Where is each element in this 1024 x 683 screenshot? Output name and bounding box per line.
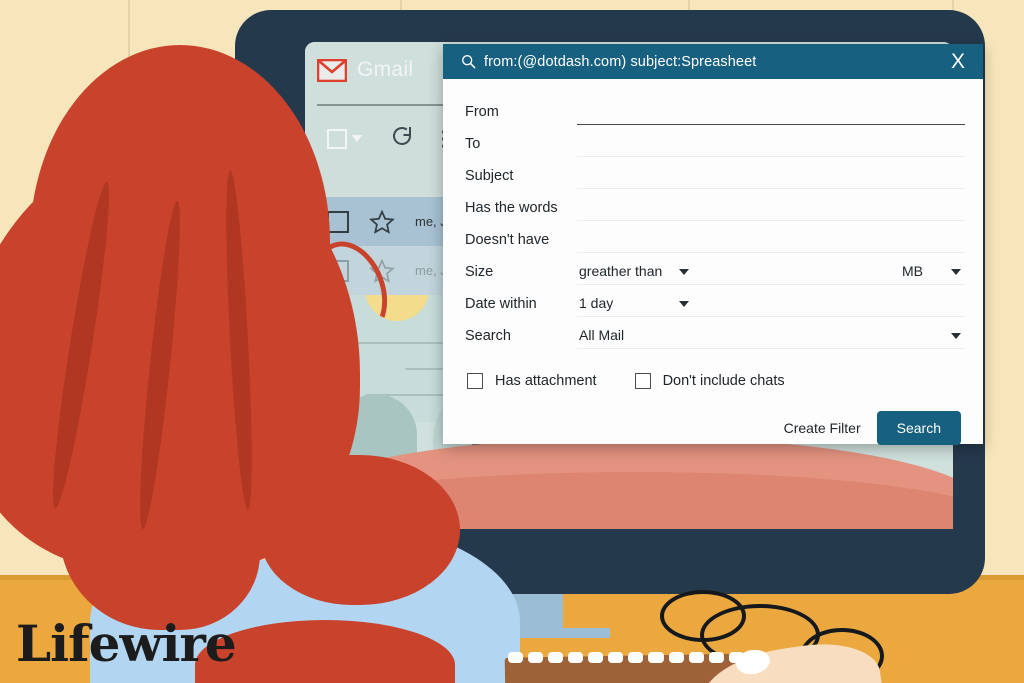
close-icon[interactable]: X [947,51,969,72]
chevron-down-icon [679,269,689,275]
field-label-date-within: Date within [465,296,537,312]
checkbox-icon [327,128,347,149]
advanced-search-dialog: from:(@dotdash.com) subject:Spreasheet X… [443,44,983,445]
dialog-checkbox-group: Has attachment Don't include chats [467,373,965,389]
from-input[interactable] [577,99,965,125]
chevron-down-icon [951,333,961,339]
date-within-date-input[interactable] [767,291,835,317]
field-label-size: Size [465,264,494,280]
search-scope-value: All Mail [579,327,625,343]
checkbox-icon[interactable] [327,210,349,233]
has-the-words-input[interactable] [577,195,965,221]
gmail-logo-label: Gmail [357,58,414,81]
checkbox-icon [634,373,651,389]
checkbox-icon [467,373,483,389]
field-row-subject: Subject [465,157,965,189]
size-unit-value: MB [902,263,923,279]
search-scope-select[interactable]: All Mail [577,323,965,349]
has-attachment-label: Has attachment [495,373,597,389]
dialog-body: From To Subject Has the words Doesn't ha… [443,79,983,445]
field-label-doesnt-have: Doesn't have [465,232,550,248]
screenshot-stage: Gmail me, me, Lifewire from:(@dotdash.co… [0,0,1024,683]
field-row-size: Size greather than MB [465,253,965,285]
dialog-footer: Create Filter Search [465,411,965,445]
has-attachment-checkbox[interactable]: Has attachment [467,373,597,389]
chevron-down-icon [951,269,961,275]
field-label-to: To [465,136,481,152]
gmail-logo[interactable]: Gmail [317,58,413,82]
date-within-spacer [835,291,965,317]
star-icon[interactable] [369,209,395,235]
field-label-from: From [465,104,499,120]
refresh-icon[interactable] [390,124,414,153]
chevron-down-icon [352,135,362,142]
field-label-has-the-words: Has the words [465,200,558,216]
dont-include-chats-label: Don't include chats [662,373,785,389]
search-query-text[interactable]: from:(@dotdash.com) subject:Spreasheet [484,54,947,70]
date-within-select[interactable]: 1 day [577,291,767,317]
field-label-subject: Subject [465,168,514,184]
to-input[interactable] [577,131,965,157]
dialog-header: from:(@dotdash.com) subject:Spreasheet X [443,44,983,79]
field-row-has-the-words: Has the words [465,189,965,221]
size-comparator-value: greather than [579,263,663,279]
search-button[interactable]: Search [876,411,961,445]
subject-input[interactable] [577,163,965,189]
size-comparator-select[interactable]: greather than [577,259,767,285]
doesnt-have-input[interactable] [577,227,965,253]
gmail-toolbar [327,124,446,153]
select-all-control[interactable] [327,128,362,149]
gmail-m-icon [317,58,347,82]
date-within-value: 1 day [579,295,614,311]
dont-include-chats-checkbox[interactable]: Don't include chats [634,373,785,389]
field-label-search-scope: Search [465,328,511,344]
field-row-from: From [465,93,965,125]
field-row-to: To [465,125,965,157]
brand-watermark: Lifewire [16,614,237,673]
size-amount-input[interactable] [767,259,835,285]
field-row-search-scope: Search All Mail [465,317,965,349]
field-row-date-within: Date within 1 day [465,285,965,317]
size-unit-select[interactable]: MB [835,259,965,285]
search-icon [461,54,476,69]
field-row-doesnt-have: Doesn't have [465,221,965,253]
chevron-down-icon [679,301,689,307]
create-filter-button[interactable]: Create Filter [784,420,861,436]
